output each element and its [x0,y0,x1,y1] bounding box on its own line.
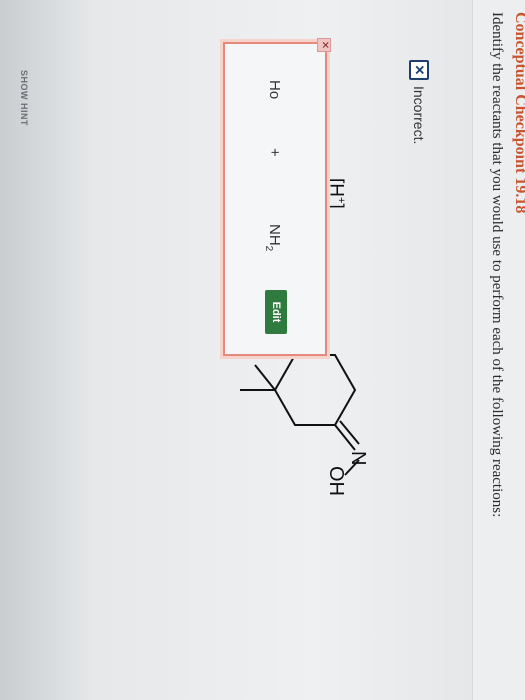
close-icon[interactable]: ✕ [317,38,331,52]
answer-reactant-a: Ho [266,80,283,100]
catalyst-label: [H+] [325,178,347,209]
answer-box[interactable]: ✕ Ho + NH2 Edit [222,32,331,366]
screen: Conceptual Checkpoint 19.18 Identify the… [0,0,525,700]
answer-reactant-b: NH2 [263,224,283,252]
show-hint-button[interactable]: SHOW HINT [19,70,29,126]
answer-plus: + [266,148,283,157]
product-nitrogen: N [347,451,369,466]
edit-button[interactable]: Edit [265,290,287,334]
question-page: Conceptual Checkpoint 19.18 Identify the… [0,0,525,700]
product-hydroxyl: OH [325,466,347,496]
